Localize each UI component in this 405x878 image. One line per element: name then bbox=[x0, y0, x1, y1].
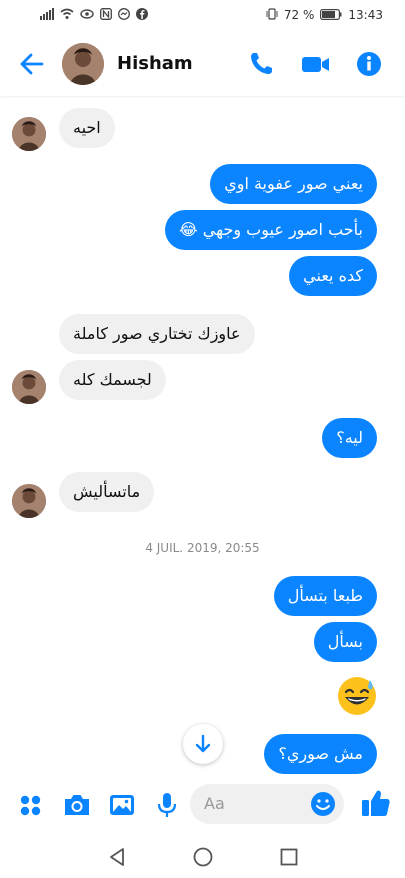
video-icon bbox=[302, 57, 329, 72]
battery-percent: 72 % bbox=[283, 8, 315, 22]
thumbs-up-icon bbox=[362, 790, 390, 816]
image-icon bbox=[110, 795, 134, 815]
emoji-picker-button[interactable] bbox=[310, 791, 336, 821]
nav-home-button[interactable] bbox=[192, 846, 214, 868]
phone-icon bbox=[251, 53, 272, 74]
nfc-icon bbox=[100, 8, 112, 22]
emoji-message[interactable] bbox=[337, 676, 377, 716]
voice-message-button[interactable] bbox=[152, 790, 182, 820]
contact-avatar-small bbox=[12, 370, 46, 404]
message-bubble-incoming[interactable]: عاوزك تختاري صور كاملة bbox=[59, 314, 255, 354]
message-bubble-incoming[interactable]: ماتسأليش bbox=[59, 472, 155, 512]
apps-button[interactable] bbox=[18, 790, 48, 820]
contact-avatar-small bbox=[12, 484, 46, 518]
triangle-back-icon bbox=[110, 848, 124, 866]
conversation-header: Hisham bbox=[0, 32, 405, 96]
nav-back-button[interactable] bbox=[106, 846, 128, 868]
message-bubble-outgoing[interactable]: مش صوري؟ bbox=[264, 734, 377, 774]
eye-icon bbox=[80, 8, 94, 22]
clock: 13:43 bbox=[348, 8, 383, 22]
message-bubble-outgoing[interactable]: بأحب اصور عيوب وجهي 😂 bbox=[164, 210, 377, 250]
wifi-icon bbox=[60, 8, 74, 22]
emoji-icon bbox=[311, 792, 335, 816]
status-left-icons bbox=[40, 8, 148, 22]
message-bubble-outgoing[interactable]: يعني صور عفوية اوي bbox=[210, 164, 377, 204]
message-bubble-outgoing[interactable]: طبعا بتسأل bbox=[273, 576, 377, 616]
like-button[interactable] bbox=[360, 787, 390, 817]
message-bubble-incoming[interactable]: لجسمك كله bbox=[59, 360, 166, 400]
status-right: 72 % 13:43 bbox=[266, 8, 383, 22]
call-button[interactable] bbox=[247, 50, 275, 78]
square-recents-icon bbox=[280, 848, 298, 866]
composer-bar: Aa bbox=[0, 774, 405, 836]
signal-icon bbox=[40, 8, 54, 22]
camera-button[interactable] bbox=[62, 790, 92, 820]
contact-name[interactable]: Hisham bbox=[117, 53, 193, 74]
video-call-button[interactable] bbox=[301, 50, 329, 78]
scroll-to-bottom-button[interactable] bbox=[183, 724, 223, 764]
gallery-button[interactable] bbox=[107, 790, 137, 820]
message-bubble-incoming[interactable]: احيه bbox=[59, 108, 115, 148]
scroll-down-arrow-icon bbox=[195, 734, 211, 753]
message-bubble-outgoing[interactable]: ليه؟ bbox=[322, 418, 377, 458]
sweat-smile-emoji-icon bbox=[338, 677, 376, 715]
circle-home-icon bbox=[193, 847, 213, 867]
camera-icon bbox=[65, 795, 89, 815]
nav-recents-button[interactable] bbox=[278, 846, 300, 868]
date-separator: 4 JUIL. 2019, 20:55 bbox=[145, 541, 260, 555]
system-navigation-bar bbox=[0, 836, 405, 878]
status-bar: 72 % 13:43 bbox=[0, 0, 405, 32]
vibrate-icon bbox=[266, 8, 278, 22]
message-input-placeholder: Aa bbox=[204, 794, 225, 813]
back-button[interactable] bbox=[18, 50, 46, 78]
apps-icon bbox=[20, 795, 41, 816]
message-bubble-outgoing[interactable]: بسأل bbox=[313, 622, 377, 662]
message-bubble-outgoing[interactable]: كده يعني bbox=[289, 256, 377, 296]
back-arrow-icon bbox=[20, 53, 44, 75]
battery-icon bbox=[320, 8, 342, 22]
info-button[interactable] bbox=[355, 50, 383, 78]
info-icon bbox=[357, 52, 381, 76]
contact-avatar-small bbox=[12, 117, 46, 151]
messenger-icon bbox=[118, 8, 130, 22]
microphone-icon bbox=[157, 793, 177, 817]
contact-avatar[interactable] bbox=[62, 43, 104, 85]
message-input[interactable]: Aa bbox=[190, 784, 344, 824]
message-list[interactable]: احيه يعني صور عفوية اوي بأحب اصور عيوب و… bbox=[0, 96, 405, 774]
facebook-icon bbox=[136, 8, 148, 22]
